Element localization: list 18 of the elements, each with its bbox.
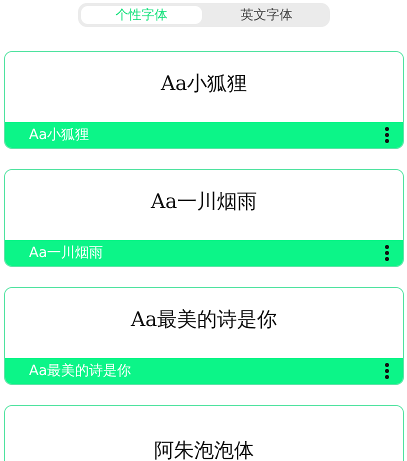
more-icon (385, 127, 389, 143)
font-preview: 阿朱泡泡体 (154, 439, 254, 461)
font-card[interactable]: 阿朱泡泡体 (4, 405, 404, 461)
more-icon (385, 245, 389, 261)
font-card[interactable]: Aa一川烟雨 Aa一川烟雨 (4, 169, 404, 267)
font-preview: Aa最美的诗是你 (130, 308, 278, 330)
font-card[interactable]: Aa最美的诗是你 Aa最美的诗是你 (4, 287, 404, 385)
font-preview: Aa一川烟雨 (150, 190, 258, 212)
tab[interactable]: 英文字体 (206, 6, 327, 24)
more-icon (385, 363, 389, 379)
font-name: Aa小狐狸 (29, 126, 90, 144)
more-button[interactable] (383, 125, 391, 145)
font-preview: Aa小狐狸 (160, 72, 248, 94)
more-button[interactable] (383, 243, 391, 263)
more-button[interactable] (383, 361, 391, 381)
font-card[interactable]: Aa小狐狸 Aa小狐狸 (4, 51, 404, 149)
font-name: Aa最美的诗是你 (29, 362, 132, 380)
font-name: Aa一川烟雨 (29, 244, 104, 262)
